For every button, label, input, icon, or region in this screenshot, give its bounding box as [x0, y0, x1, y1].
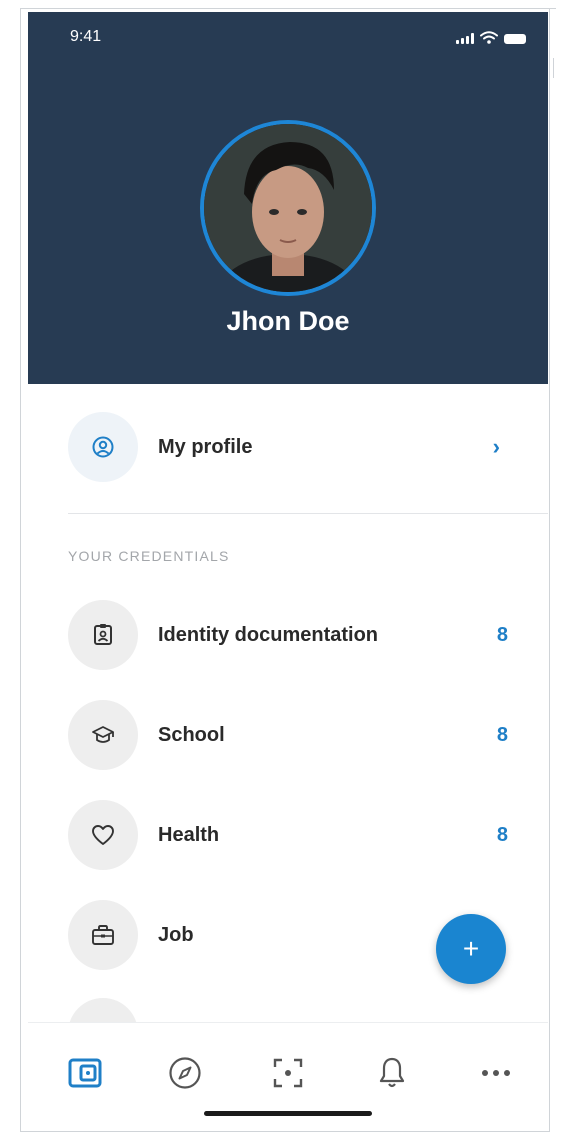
divider	[68, 513, 548, 514]
id-card-icon	[68, 600, 138, 670]
credential-label: Identity documentation	[158, 624, 378, 646]
chevron-right-icon: ›	[492, 434, 500, 459]
credential-item-school[interactable]: School 8	[28, 700, 548, 772]
app-screen: 9:41 Jhon Doe My profile › YOUR CREDENTI…	[28, 12, 548, 1124]
credential-label: School	[158, 724, 225, 746]
status-icons	[456, 31, 526, 44]
scan-icon	[273, 1058, 303, 1088]
avatar[interactable]	[200, 120, 376, 296]
credential-item-identity[interactable]: Identity documentation 8	[28, 600, 548, 672]
nav-notifications[interactable]	[372, 1053, 412, 1093]
section-title: YOUR CREDENTIALS	[68, 548, 230, 564]
compass-icon	[169, 1057, 201, 1089]
bottom-nav	[28, 1022, 548, 1124]
frame-edge	[553, 58, 554, 78]
my-profile-item[interactable]: My profile ›	[28, 412, 548, 484]
credential-label: Health	[158, 824, 220, 846]
graduation-cap-icon	[68, 700, 138, 770]
credential-label: Job	[158, 924, 194, 946]
credential-count: 8	[496, 724, 508, 746]
status-time: 9:41	[70, 28, 102, 45]
avatar-photo	[204, 124, 372, 292]
briefcase-icon	[68, 900, 138, 970]
wallet-icon	[68, 1058, 102, 1088]
nav-wallet[interactable]	[65, 1053, 105, 1093]
heart-icon	[68, 800, 138, 870]
my-profile-label: My profile	[158, 436, 253, 458]
nav-more[interactable]	[476, 1053, 516, 1093]
credential-count: 8	[496, 824, 508, 846]
nav-scan[interactable]	[268, 1053, 308, 1093]
add-credential-button[interactable]: +	[436, 914, 506, 984]
more-icon	[482, 1070, 510, 1076]
user-circle-icon	[68, 412, 138, 482]
credential-count: 8	[496, 624, 508, 646]
battery-icon	[504, 34, 526, 44]
home-indicator	[204, 1111, 372, 1116]
nav-explore[interactable]	[165, 1053, 205, 1093]
signal-icon	[456, 33, 474, 44]
frame-edge	[548, 8, 556, 76]
credential-item-health[interactable]: Health 8	[28, 800, 548, 872]
wifi-icon	[480, 31, 498, 44]
bell-icon	[379, 1057, 405, 1088]
profile-header: 9:41 Jhon Doe	[28, 12, 548, 384]
user-name: Jhon Doe	[226, 306, 350, 336]
